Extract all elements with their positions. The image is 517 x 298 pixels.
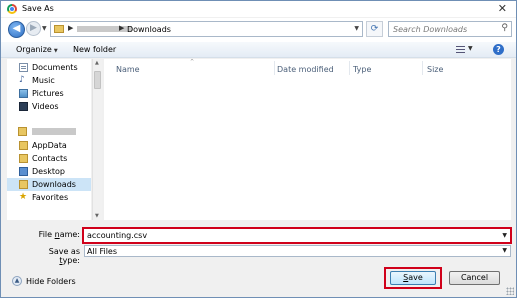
pictures-icon [19,89,28,98]
refresh-icon: ⟳ [370,24,379,34]
view-dropdown-icon[interactable]: ▼ [468,45,473,52]
sort-indicator-icon: ^ [190,59,195,65]
nav-item-label: AppData [32,141,67,150]
column-divider[interactable] [422,61,423,75]
label-text: File [38,230,55,239]
nav-scrollbar[interactable]: ▲ ▼ [92,59,102,220]
nav-item-label: Pictures [32,89,64,98]
view-options-icon[interactable] [456,46,465,54]
chevron-up-icon[interactable]: ▲ [12,276,22,286]
column-header-type[interactable]: Type [353,65,371,74]
column-header-size[interactable]: Size [427,65,443,74]
file-list[interactable]: ^ Name Date modified Type Size [104,59,511,220]
resize-grip[interactable] [506,287,514,295]
column-divider[interactable] [274,61,275,75]
nav-item-label: Videos [32,102,59,111]
save-as-type-label: Save as type: [28,247,80,265]
documents-icon [19,63,28,72]
breadcrumb-arrow-icon[interactable]: ▶ [68,24,73,32]
search-input[interactable]: Search Downloads ⚲ [388,21,512,37]
label-text: ype: [62,256,80,265]
organize-button[interactable]: Organize ▼ [16,45,58,54]
file-name-value[interactable]: accounting.csv [87,231,147,240]
file-name-label: File name: [28,230,80,239]
organize-label: Organize [16,45,52,54]
address-bar[interactable]: ▶ ▶ Downloads ▼ [50,21,363,37]
new-folder-button[interactable]: New folder [73,45,116,54]
save-button[interactable]: Save [390,271,436,285]
nav-item-pictures[interactable]: Pictures [7,87,91,100]
hide-folders-button[interactable]: Hide Folders [26,277,76,286]
nav-item-contacts[interactable]: Contacts [7,152,91,165]
column-header-date-modified[interactable]: Date modified [277,65,334,74]
videos-icon [19,102,28,111]
title-bar: Save As ✕ [1,1,516,17]
chrome-icon [7,4,17,14]
scroll-down-icon[interactable]: ▼ [95,213,99,219]
address-row: ◀ ▶ ▼ ▶ ▶ Downloads ▼ ⟳ Search Downloads… [1,18,516,44]
user-name-redacted [32,128,76,135]
nav-item-downloads[interactable]: Downloads [7,178,91,191]
navigation-pane[interactable]: Documents ♪ Music Pictures Videos AppDat… [7,59,91,220]
dialog-title: Save As [22,4,54,13]
favorites-icon: ★ [19,192,28,202]
music-icon: ♪ [19,75,25,85]
save-as-type-value: All Files [87,247,118,256]
column-header-name[interactable]: Name [116,65,140,74]
refresh-button[interactable]: ⟳ [366,21,383,37]
label-text: Save as [48,247,80,256]
nav-item-label: Contacts [32,154,68,163]
nav-item-label: Downloads [32,180,76,189]
folder-icon [19,141,28,150]
save-label: ave [408,273,423,282]
help-icon[interactable]: ? [493,44,504,55]
chevron-down-icon[interactable]: ▼ [502,232,507,239]
scroll-up-icon[interactable]: ▲ [95,60,99,66]
scroll-thumb[interactable] [94,71,101,89]
command-toolbar: Organize ▼ New folder ▼ ? [1,42,516,58]
address-dropdown-icon[interactable]: ▼ [354,25,359,32]
label-text: ame: [59,230,80,239]
search-icon: ⚲ [501,23,508,33]
file-name-field[interactable]: accounting.csv ▼ [82,227,512,244]
contacts-icon [19,154,28,163]
nav-item-videos[interactable]: Videos [7,100,91,113]
nav-item-desktop[interactable]: Desktop [7,165,91,178]
folder-icon [54,25,64,33]
nav-item-label: Favorites [32,193,69,202]
save-as-dialog: Save As ✕ ◀ ▶ ▼ ▶ ▶ Downloads ▼ ⟳ Search… [0,0,517,298]
save-as-type-select[interactable]: All Files ▼ [84,245,511,257]
column-divider[interactable] [349,61,350,75]
desktop-icon [19,167,28,176]
breadcrumb-arrow-icon[interactable]: ▶ [119,24,124,32]
nav-item-appdata[interactable]: AppData [7,139,91,152]
nav-item-music[interactable]: ♪ Music [7,74,91,87]
nav-item-favorites[interactable]: ★ Favorites [7,191,91,204]
chevron-down-icon[interactable]: ▼ [502,247,507,254]
nav-item-user-folder[interactable] [7,125,91,138]
chevron-down-icon: ▼ [53,48,58,54]
nav-item-label: Documents [32,63,78,72]
user-folder-icon [18,127,27,136]
cancel-button[interactable]: Cancel [449,271,500,285]
downloads-icon [19,180,28,189]
close-icon[interactable]: ✕ [498,2,507,15]
nav-item-label: Desktop [32,167,65,176]
nav-item-label: Music [32,76,55,85]
history-dropdown-icon[interactable]: ▼ [42,25,47,32]
breadcrumb-current[interactable]: Downloads [127,25,171,34]
forward-button[interactable]: ▶ [26,21,41,36]
back-button[interactable]: ◀ [8,21,25,38]
search-placeholder: Search Downloads [393,25,468,34]
nav-item-documents[interactable]: Documents [7,61,91,74]
